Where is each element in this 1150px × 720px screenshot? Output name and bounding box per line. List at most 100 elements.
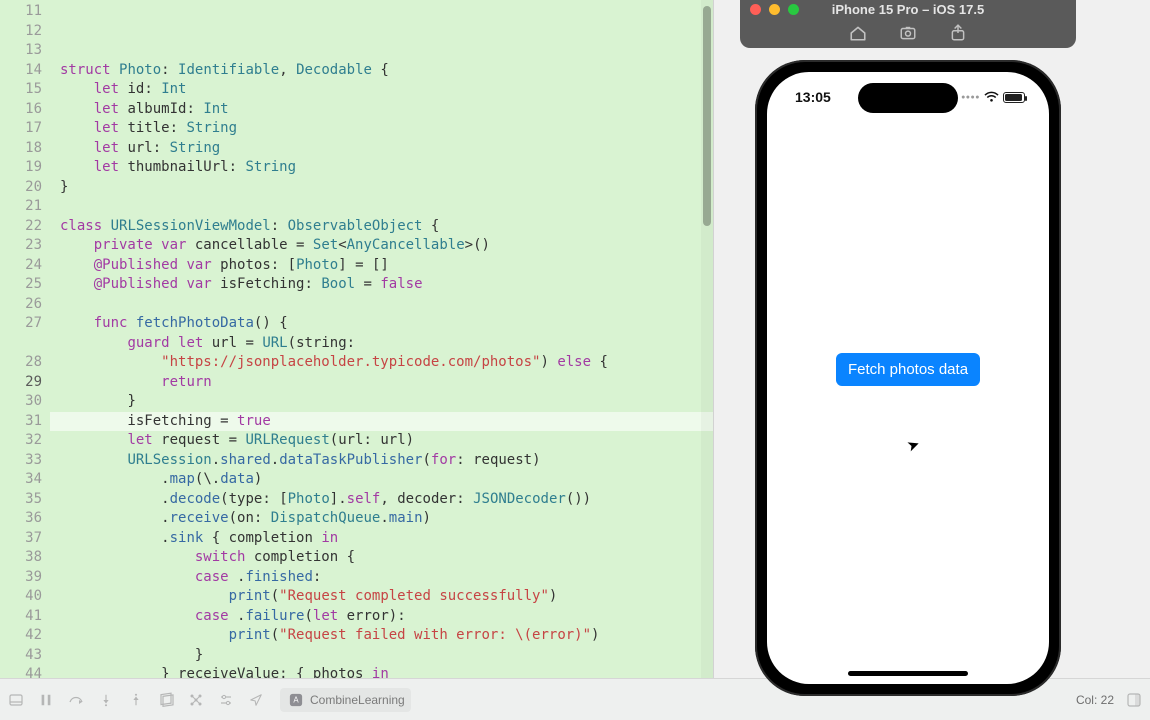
code-line[interactable]: case .failure(let error): xyxy=(50,607,713,627)
line-number: 34 xyxy=(0,470,42,490)
scheme-label: CombineLearning xyxy=(310,693,405,707)
code-line[interactable]: private var cancellable = Set<AnyCancell… xyxy=(50,236,713,256)
editor-scrollbar[interactable] xyxy=(701,0,713,678)
line-number: 31 xyxy=(0,412,42,432)
code-line[interactable]: .receive(on: DispatchQueue.main) xyxy=(50,509,713,529)
line-number: 21 xyxy=(0,197,42,217)
code-line[interactable]: .sink { completion in xyxy=(50,529,713,549)
code-line[interactable]: switch completion { xyxy=(50,548,713,568)
step-over-icon[interactable] xyxy=(66,690,86,710)
code-line[interactable]: let id: Int xyxy=(50,80,713,100)
line-number: 36 xyxy=(0,509,42,529)
code-line[interactable]: URLSession.shared.dataTaskPublisher(for:… xyxy=(50,451,713,471)
simulator-titlebar[interactable]: iPhone 15 Pro – iOS 17.5 xyxy=(740,0,1076,18)
share-icon[interactable] xyxy=(949,24,967,42)
code-line[interactable]: let title: String xyxy=(50,119,713,139)
line-number: 15 xyxy=(0,80,42,100)
line-number: 39 xyxy=(0,568,42,588)
code-line[interactable]: } receiveValue: { photos in xyxy=(50,665,713,678)
hide-debug-icon[interactable] xyxy=(6,690,26,710)
line-number: 43 xyxy=(0,646,42,666)
line-number: 11 xyxy=(0,2,42,22)
step-into-icon[interactable] xyxy=(96,690,116,710)
line-number: 24 xyxy=(0,256,42,276)
line-number: 13 xyxy=(0,41,42,61)
simulator-window: iPhone 15 Pro – iOS 17.5 xyxy=(740,0,1076,48)
svg-text:A: A xyxy=(293,695,299,704)
line-number: 26 xyxy=(0,295,42,315)
code-line[interactable]: let request = URLRequest(url: url) xyxy=(50,431,713,451)
code-line[interactable]: let url: String xyxy=(50,139,713,159)
view-debug-icon[interactable] xyxy=(156,690,176,710)
line-number: 25 xyxy=(0,275,42,295)
line-number: 18 xyxy=(0,139,42,159)
code-line[interactable]: .decode(type: [Photo].self, decoder: JSO… xyxy=(50,490,713,510)
code-line[interactable]: } xyxy=(50,178,713,198)
line-number: 22 xyxy=(0,217,42,237)
code-line[interactable] xyxy=(50,41,713,61)
line-number: 42 xyxy=(0,626,42,646)
environment-overrides-icon[interactable] xyxy=(216,690,236,710)
line-number: 28 xyxy=(0,353,42,373)
line-number: 37 xyxy=(0,529,42,549)
line-number xyxy=(0,334,42,354)
iphone-device-frame: 13:05 ●●●● Fetch photos data ➤ xyxy=(755,60,1061,696)
line-number-gutter: 1112131415161718192021222324252627282930… xyxy=(0,0,50,678)
code-line[interactable]: class URLSessionViewModel: ObservableObj… xyxy=(50,217,713,237)
code-line[interactable]: isFetching = true xyxy=(50,412,713,432)
code-line[interactable]: print("Request completed successfully") xyxy=(50,587,713,607)
code-line[interactable]: func fetchPhotoData() { xyxy=(50,314,713,334)
line-number: 29 xyxy=(0,373,42,393)
line-number: 14 xyxy=(0,61,42,81)
window-zoom-button[interactable] xyxy=(788,4,799,15)
minimap-toggle-icon[interactable] xyxy=(1124,690,1144,710)
line-number: 20 xyxy=(0,178,42,198)
simulator-toolbar xyxy=(740,18,1076,48)
step-out-icon[interactable] xyxy=(126,690,146,710)
line-number: 38 xyxy=(0,548,42,568)
code-line[interactable]: @Published var isFetching: Bool = false xyxy=(50,275,713,295)
code-line[interactable]: } xyxy=(50,392,713,412)
cursor-position: Col: 22 xyxy=(1076,693,1114,707)
location-icon[interactable] xyxy=(246,690,266,710)
code-line[interactable]: @Published var photos: [Photo] = [] xyxy=(50,256,713,276)
code-line[interactable]: print("Request failed with error: \(erro… xyxy=(50,626,713,646)
app-content: Fetch photos data xyxy=(767,72,1049,684)
pause-icon[interactable] xyxy=(36,690,56,710)
home-icon[interactable] xyxy=(849,24,867,42)
window-close-button[interactable] xyxy=(750,4,761,15)
code-area[interactable]: struct Photo: Identifiable, Decodable { … xyxy=(50,0,713,678)
line-number: 33 xyxy=(0,451,42,471)
line-number: 40 xyxy=(0,587,42,607)
line-number: 19 xyxy=(0,158,42,178)
fetch-photos-button[interactable]: Fetch photos data xyxy=(836,353,980,386)
line-number: 12 xyxy=(0,22,42,42)
code-line[interactable]: struct Photo: Identifiable, Decodable { xyxy=(50,61,713,81)
memory-graph-icon[interactable] xyxy=(186,690,206,710)
debug-scheme[interactable]: A CombineLearning xyxy=(280,688,411,712)
code-line[interactable]: let albumId: Int xyxy=(50,100,713,120)
line-number: 23 xyxy=(0,236,42,256)
code-editor[interactable]: 1112131415161718192021222324252627282930… xyxy=(0,0,714,678)
line-number: 27 xyxy=(0,314,42,334)
line-number: 44 xyxy=(0,665,42,678)
home-indicator xyxy=(848,671,968,676)
line-number: 35 xyxy=(0,490,42,510)
code-line[interactable] xyxy=(50,295,713,315)
code-line[interactable]: let thumbnailUrl: String xyxy=(50,158,713,178)
code-line[interactable]: return xyxy=(50,373,713,393)
code-line[interactable]: .map(\.data) xyxy=(50,470,713,490)
line-number: 30 xyxy=(0,392,42,412)
window-minimize-button[interactable] xyxy=(769,4,780,15)
code-line[interactable] xyxy=(50,197,713,217)
line-number: 17 xyxy=(0,119,42,139)
code-line[interactable]: } xyxy=(50,646,713,666)
code-line[interactable]: guard let url = URL(string: xyxy=(50,334,713,354)
code-line[interactable]: case .finished: xyxy=(50,568,713,588)
window-traffic-lights xyxy=(750,4,799,15)
code-line[interactable]: "https://jsonplaceholder.typicode.com/ph… xyxy=(50,353,713,373)
line-number: 41 xyxy=(0,607,42,627)
scrollbar-thumb[interactable] xyxy=(703,6,711,226)
simulator-screen[interactable]: 13:05 ●●●● Fetch photos data ➤ xyxy=(767,72,1049,684)
screenshot-icon[interactable] xyxy=(899,24,917,42)
